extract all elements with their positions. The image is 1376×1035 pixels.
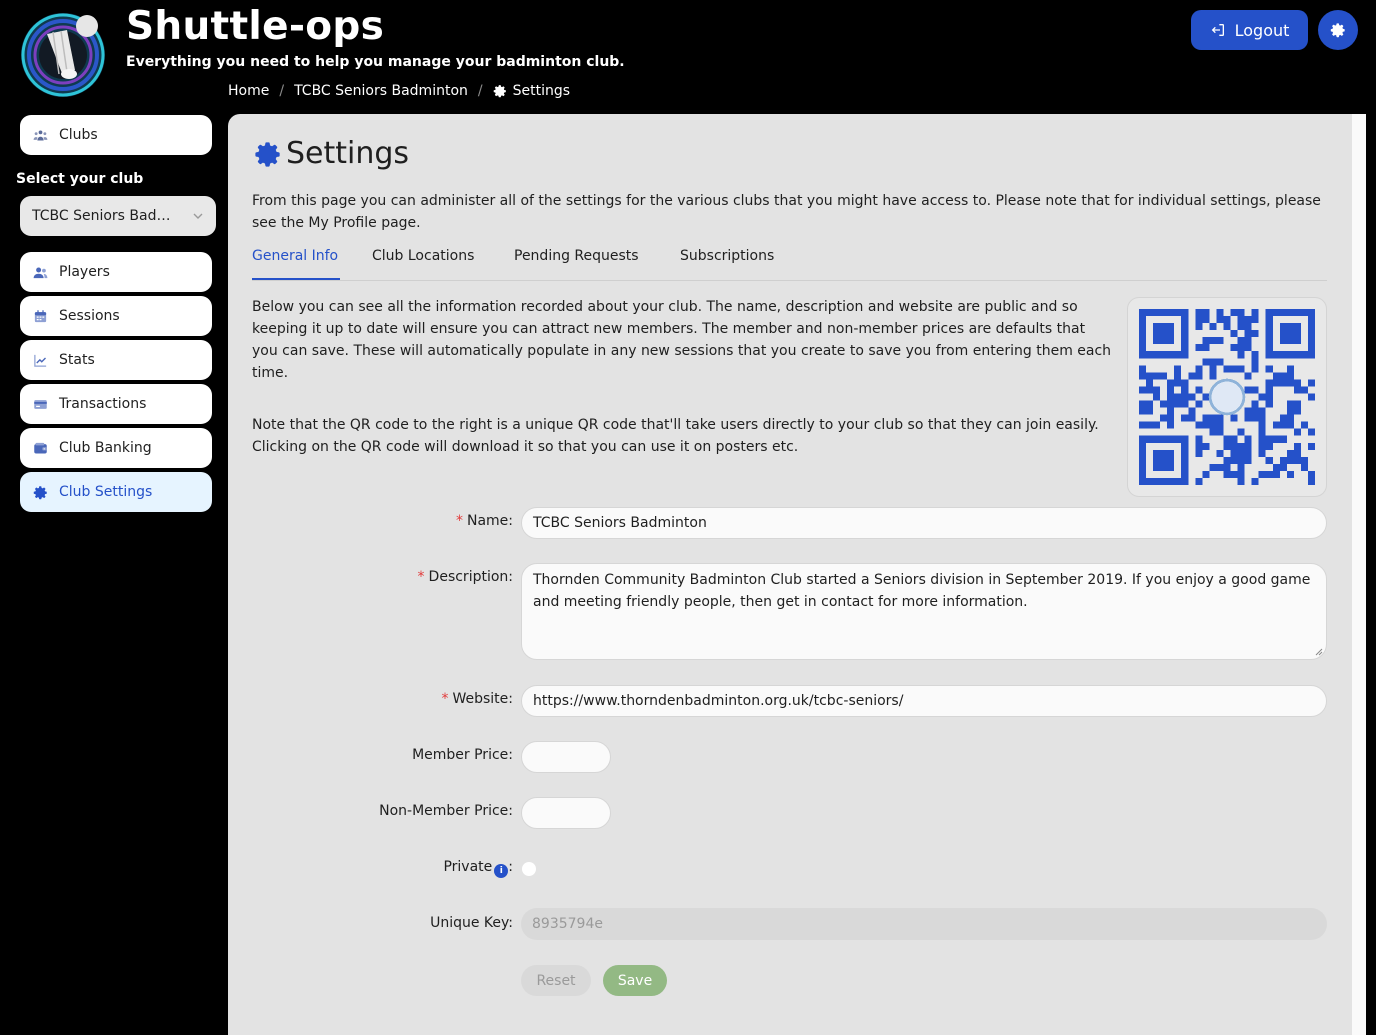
breadcrumb-separator: / [477, 83, 483, 99]
active-tab-indicator [252, 278, 340, 280]
website-input[interactable]: https://www.thorndenbadminton.org.uk/tcb… [521, 685, 1327, 717]
tab-subscriptions[interactable]: Subscriptions [680, 248, 774, 264]
logout-icon [1211, 24, 1224, 36]
sidebar-item-label: Club Banking [59, 440, 152, 456]
users-group-icon [33, 130, 48, 140]
sidebar-item-label: Stats [59, 352, 95, 368]
website-label: * Website: [441, 691, 513, 707]
sidebar-item-club-banking[interactable]: Club Banking [20, 428, 212, 468]
info-icon[interactable]: i [494, 864, 509, 878]
qr-note-paragraph: Note that the QR code to the right is a … [252, 417, 1099, 455]
private-toggle[interactable] [522, 862, 536, 876]
unique-key-label: Unique Key: [430, 915, 513, 931]
gear-icon [1330, 23, 1345, 38]
chart-line-icon [34, 354, 47, 367]
unique-key-input: 8935794e [521, 908, 1327, 940]
club-select[interactable]: TCBC Seniors Badminton [20, 196, 216, 236]
sidebar-item-clubs[interactable]: Clubs [20, 115, 212, 155]
chevron-down-icon [193, 213, 203, 219]
resize-grip-icon[interactable] [1315, 648, 1323, 656]
settings-button[interactable] [1318, 10, 1358, 50]
breadcrumb-settings: Settings [493, 83, 570, 99]
tab-pending-requests[interactable]: Pending Requests [514, 248, 639, 264]
breadcrumb: Home / TCBC Seniors Badminton / Settings [228, 83, 570, 99]
app-logo [17, 12, 109, 98]
name-label: * Name: [455, 513, 513, 529]
users-icon [33, 267, 48, 278]
wallet-icon [34, 442, 47, 453]
non-member-price-input[interactable] [521, 797, 611, 829]
reset-button[interactable]: Reset [521, 965, 591, 996]
description-label: * Description: [417, 569, 513, 585]
gear-icon [33, 485, 47, 499]
save-button[interactable]: Save [603, 965, 667, 996]
sidebar-item-label: Players [59, 264, 110, 280]
app-title: Shuttle-ops [126, 4, 385, 49]
sidebar-item-label: Club Settings [59, 484, 153, 500]
logout-button[interactable]: Logout [1191, 10, 1308, 50]
sidebar-item-label: Clubs [59, 127, 98, 143]
qr-code-icon [1139, 309, 1315, 485]
club-select-value: TCBC Seniors Badminton [32, 208, 184, 224]
description-textarea[interactable]: Thornden Community Badminton Club starte… [521, 563, 1327, 660]
page-title-text: Settings [286, 136, 410, 171]
club-select-label: Select your club [16, 171, 144, 187]
description-value: Thornden Community Badminton Club starte… [533, 572, 1311, 610]
private-label: Private i: [443, 859, 513, 878]
qr-code-download[interactable] [1127, 297, 1327, 497]
gear-icon [493, 85, 506, 98]
credit-card-icon [34, 399, 47, 409]
tab-bar: General Info Club Locations Pending Requ… [252, 246, 1327, 281]
scrollbar[interactable] [1352, 114, 1366, 1035]
breadcrumb-separator: / [279, 83, 285, 99]
member-price-input[interactable] [521, 741, 611, 773]
calendar-icon [34, 309, 47, 322]
sidebar-item-label: Sessions [59, 308, 120, 324]
page-title: Settings [254, 136, 409, 171]
breadcrumb-home[interactable]: Home [228, 83, 269, 99]
sidebar-item-club-settings[interactable]: Club Settings [20, 472, 212, 512]
sidebar-item-stats[interactable]: Stats [20, 340, 212, 380]
logout-label: Logout [1234, 20, 1290, 40]
info-paragraph: Below you can see all the information re… [252, 299, 1112, 381]
sidebar-item-label: Transactions [59, 396, 147, 412]
sidebar-item-players[interactable]: Players [20, 252, 212, 292]
sidebar-item-transactions[interactable]: Transactions [20, 384, 212, 424]
member-price-label: Member Price: [412, 747, 513, 763]
breadcrumb-club[interactable]: TCBC Seniors Badminton [294, 83, 468, 99]
intro-text: From this page you can administer all of… [252, 193, 1321, 231]
gear-icon [255, 141, 280, 167]
tab-club-locations[interactable]: Club Locations [372, 248, 474, 264]
non-member-price-label: Non-Member Price: [379, 803, 513, 819]
name-input[interactable]: TCBC Seniors Badminton [521, 507, 1327, 539]
app-subtitle: Everything you need to help you manage y… [126, 54, 625, 70]
sidebar-item-sessions[interactable]: Sessions [20, 296, 212, 336]
tab-general-info[interactable]: General Info [252, 248, 338, 264]
breadcrumb-settings-label: Settings [512, 83, 571, 99]
